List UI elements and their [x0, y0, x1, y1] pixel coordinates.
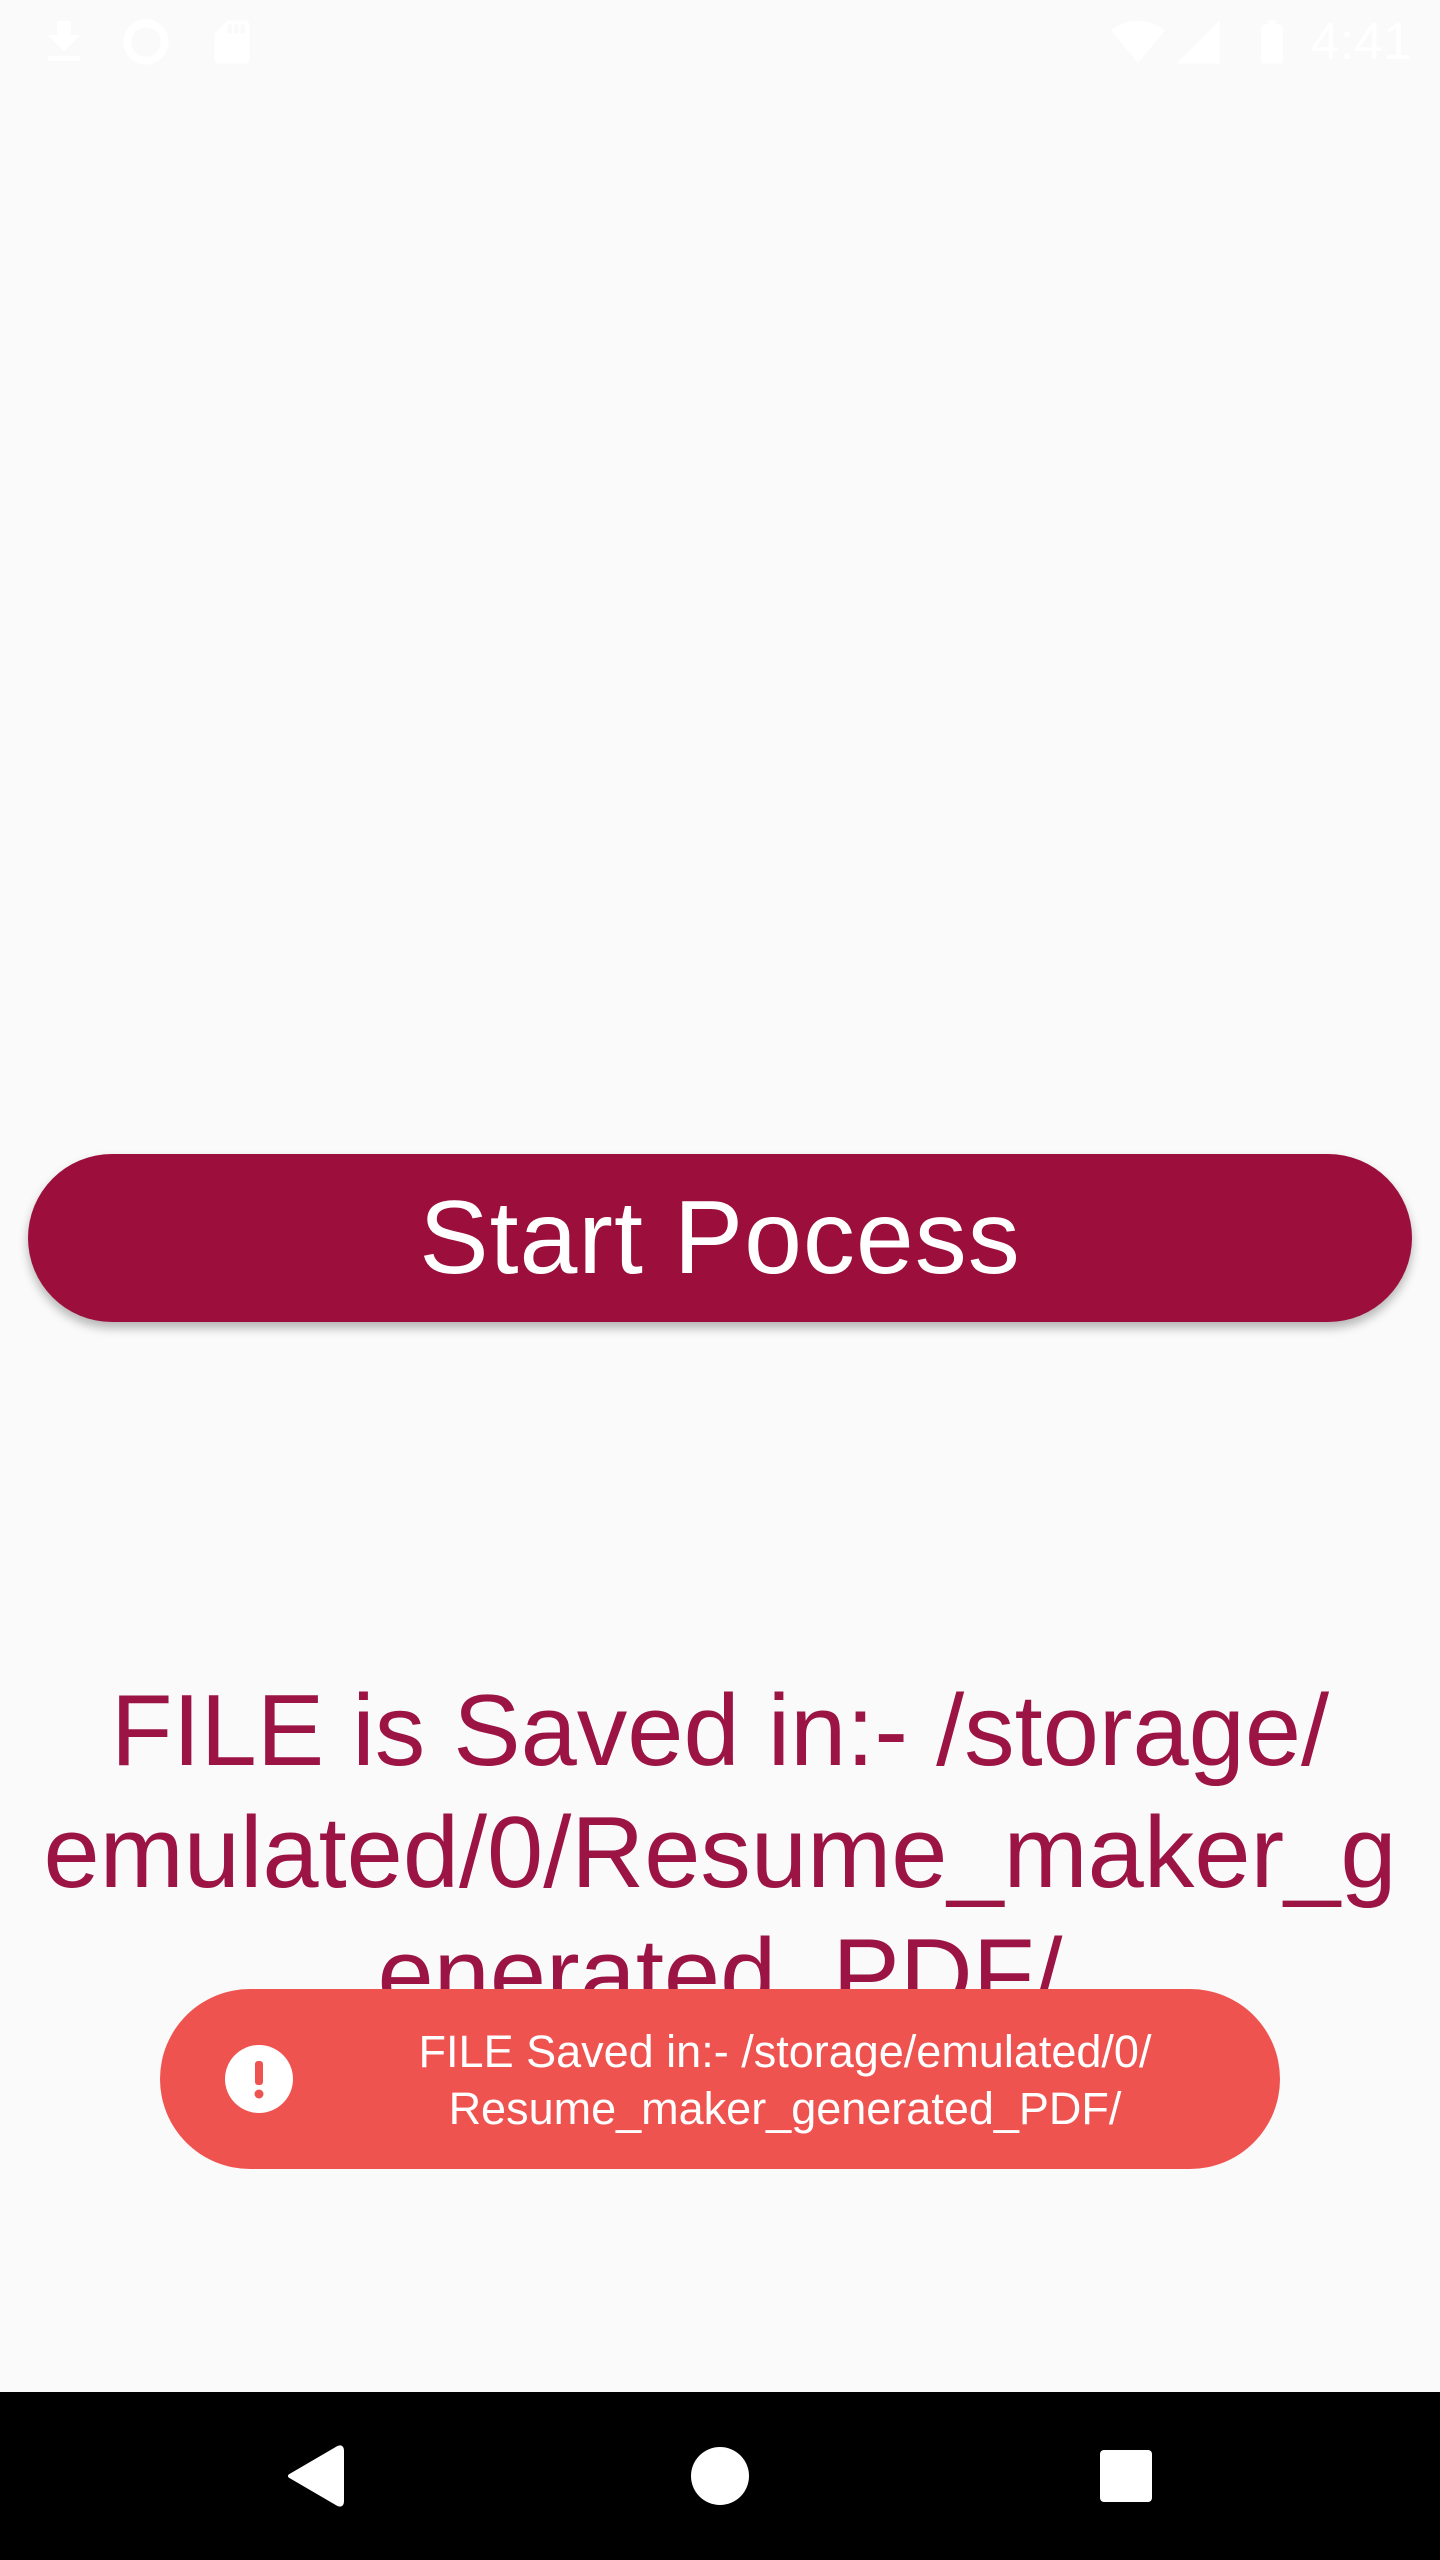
home-icon[interactable]	[670, 2426, 770, 2526]
sync-icon	[123, 19, 169, 65]
status-time: 4:41	[1310, 13, 1412, 71]
saved-message-line: emulated/0/Resume_maker_g	[43, 1797, 1397, 1909]
sd-card-icon	[214, 20, 250, 64]
start-process-button[interactable]: Start Pocess	[28, 1154, 1412, 1322]
toast-message: FILE Saved in:- /storage/emulated/0/ Res…	[340, 2023, 1230, 2137]
wifi-icon	[1110, 21, 1166, 63]
toast-notification: FILE Saved in:- /storage/emulated/0/ Res…	[160, 1989, 1280, 2169]
status-bar: 4:41	[0, 0, 1440, 84]
battery-icon	[1261, 20, 1283, 64]
navigation-bar	[0, 2392, 1440, 2560]
saved-message-line: enerated_PDF/	[377, 1919, 1063, 1996]
cell-signal-icon	[1176, 20, 1220, 64]
saved-message-line: FILE is Saved in:- /storage/	[110, 1675, 1330, 1787]
recents-icon[interactable]	[1076, 2426, 1176, 2526]
saved-location-message: FILE is Saved in:- /storage/ emulated/0/…	[0, 1670, 1440, 1996]
toast-line: Resume_maker_generated_PDF/	[448, 2083, 1122, 2134]
alert-icon	[225, 2045, 293, 2113]
toast-line: FILE Saved in:- /storage/emulated/0/	[418, 2026, 1152, 2077]
download-icon	[47, 21, 81, 61]
back-icon[interactable]	[266, 2426, 366, 2526]
